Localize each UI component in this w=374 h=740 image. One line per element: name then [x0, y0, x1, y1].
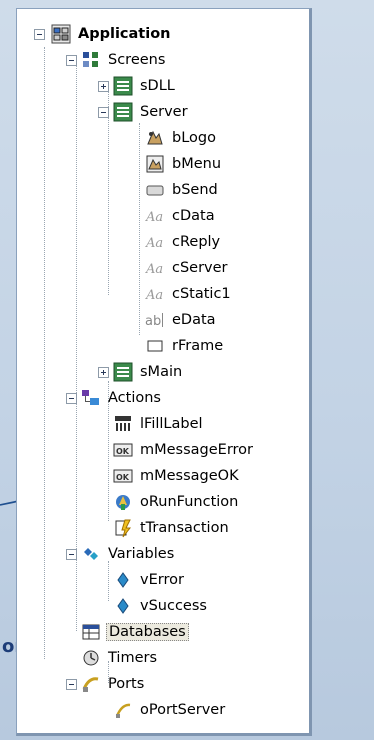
tree-node-smain[interactable]: sMain [113, 359, 184, 385]
screen-icon [113, 76, 133, 96]
variables-folder-icon [81, 544, 101, 564]
run-function-icon [113, 492, 133, 512]
collapse-toggle-ports[interactable] [66, 679, 77, 690]
frame-icon [145, 336, 165, 356]
timers-label: Timers [108, 650, 158, 666]
collapse-toggle-actions[interactable] [66, 393, 77, 404]
text-label-icon: Aa [145, 206, 165, 226]
server-label: Server [140, 104, 188, 120]
tree-node-cdata[interactable]: Aa cData [145, 203, 217, 229]
tree-node-application[interactable]: Application [51, 21, 173, 47]
tree-node-ttransaction[interactable]: tTransaction [113, 515, 231, 541]
collapse-toggle-variables[interactable] [66, 549, 77, 560]
tree-node-variables[interactable]: Variables [81, 541, 176, 567]
tree-node-lfilllabel[interactable]: lFillLabel [113, 411, 205, 437]
edit-field-icon: ab [145, 310, 165, 330]
image-button-icon [145, 128, 165, 148]
svg-text:ab: ab [145, 314, 161, 329]
push-button-icon [145, 180, 165, 200]
timers-icon [81, 648, 101, 668]
tree-node-oportserver[interactable]: oPortServer [113, 697, 227, 723]
tree-node-rframe[interactable]: rFrame [145, 333, 225, 359]
tree-node-creply[interactable]: Aa cReply [145, 229, 222, 255]
tree-node-server[interactable]: Server [113, 99, 190, 125]
message-box-icon: OK [113, 440, 133, 460]
tree-node-cstatic1[interactable]: Aa cStatic1 [145, 281, 233, 307]
text-label-icon: Aa [145, 232, 165, 252]
text-label-icon: Aa [145, 284, 165, 304]
project-tree: Application Screens sDLL Server bLogo bM… [17, 9, 309, 733]
tree-node-screens[interactable]: Screens [81, 47, 167, 73]
tree-node-bsend[interactable]: bSend [145, 177, 220, 203]
svg-text:Aa: Aa [145, 262, 163, 277]
ports-icon [81, 674, 101, 694]
ports-label: Ports [108, 676, 145, 692]
svg-text:Aa: Aa [145, 236, 163, 251]
tree-node-blogo[interactable]: bLogo [145, 125, 218, 151]
expand-toggle-sdll[interactable] [98, 81, 109, 92]
tree-node-verror[interactable]: vError [113, 567, 186, 593]
tree-node-orunfunction[interactable]: oRunFunction [113, 489, 240, 515]
variable-icon [113, 570, 133, 590]
port-icon [113, 700, 133, 720]
tree-node-timers[interactable]: Timers [81, 645, 159, 671]
tree-node-cserver[interactable]: Aa cServer [145, 255, 230, 281]
smain-label: sMain [140, 364, 183, 380]
collapse-toggle-screens[interactable] [66, 55, 77, 66]
databases-icon [81, 622, 101, 642]
application-label: Application [78, 26, 171, 42]
fill-label-icon [113, 414, 133, 434]
tree-node-mmessageerror[interactable]: OK mMessageError [113, 437, 255, 463]
actions-folder-icon [81, 388, 101, 408]
tree-node-ports[interactable]: Ports [81, 671, 146, 697]
screen-icon [113, 362, 133, 382]
message-box-icon: OK [113, 466, 133, 486]
screens-folder-icon [81, 50, 101, 70]
screen-icon [113, 102, 133, 122]
collapse-toggle-application[interactable] [34, 29, 45, 40]
project-tree-panel: Application Screens sDLL Server bLogo bM… [16, 8, 312, 736]
variables-label: Variables [108, 546, 175, 562]
collapse-toggle-server[interactable] [98, 107, 109, 118]
tree-node-sdll[interactable]: sDLL [113, 73, 177, 99]
menu-button-icon [145, 154, 165, 174]
tree-node-databases[interactable]: Databases [81, 619, 189, 645]
actions-label: Actions [108, 390, 161, 406]
tree-node-mmessageok[interactable]: OK mMessageOK [113, 463, 241, 489]
sdll-label: sDLL [140, 78, 175, 94]
svg-text:OK: OK [116, 473, 130, 482]
tree-node-edata[interactable]: ab eData [145, 307, 218, 333]
tree-node-actions[interactable]: Actions [81, 385, 163, 411]
tree-node-vsuccess[interactable]: vSuccess [113, 593, 209, 619]
variable-icon [113, 596, 133, 616]
svg-text:Aa: Aa [145, 210, 163, 225]
databases-label: Databases [106, 623, 189, 641]
text-label-icon: Aa [145, 258, 165, 278]
svg-text:OK: OK [116, 447, 130, 456]
expand-toggle-smain[interactable] [98, 367, 109, 378]
tree-node-bmenu[interactable]: bMenu [145, 151, 223, 177]
svg-text:Aa: Aa [145, 288, 163, 303]
application-icon [51, 24, 71, 44]
transaction-icon [113, 518, 133, 538]
screens-label: Screens [108, 52, 166, 68]
